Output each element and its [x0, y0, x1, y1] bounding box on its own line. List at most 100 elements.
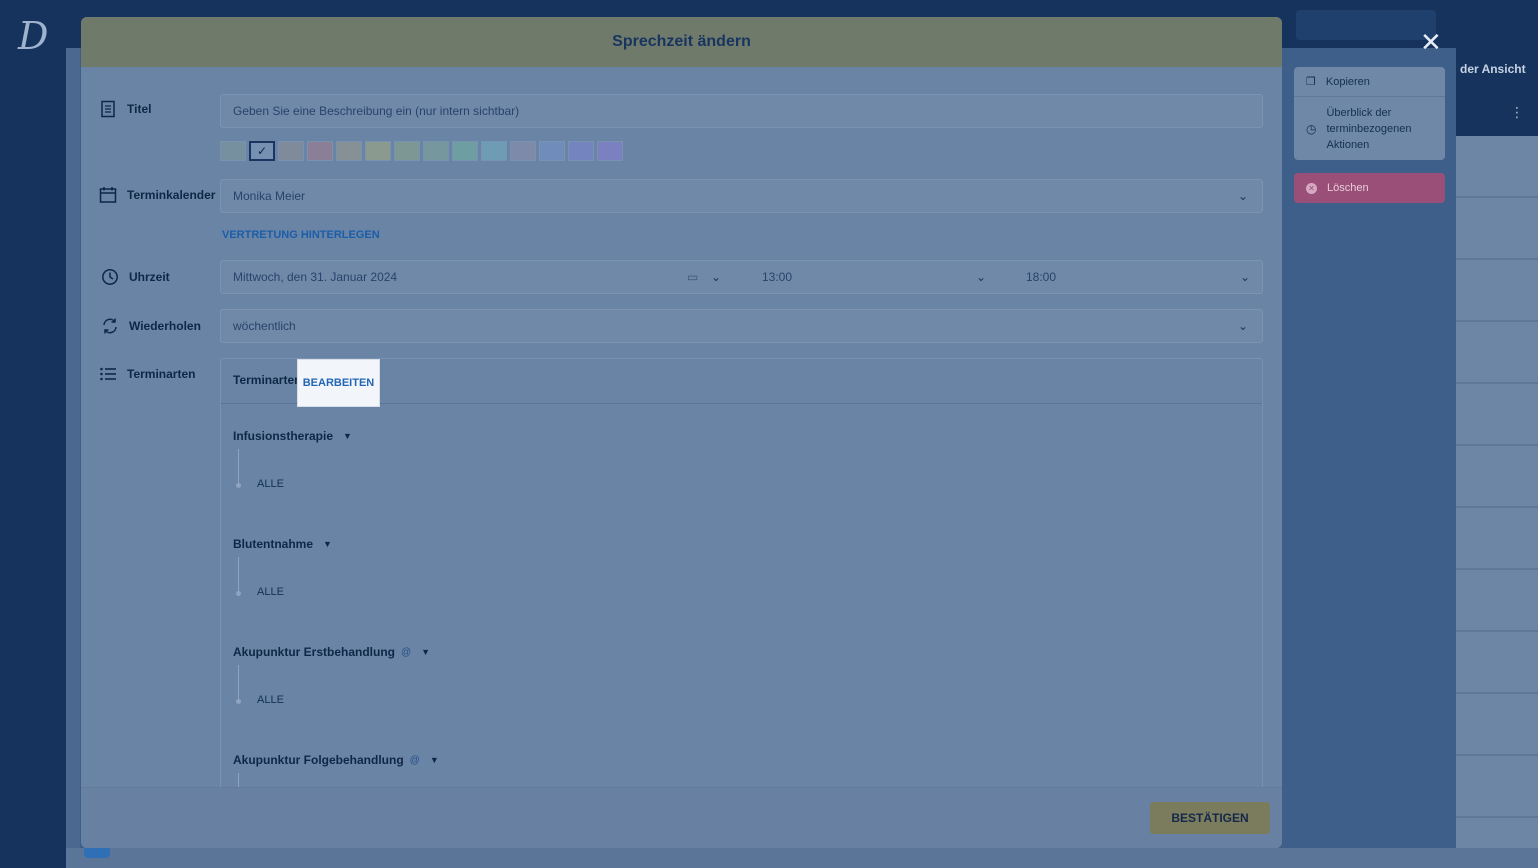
bottom-bar [66, 848, 1538, 868]
color-swatch[interactable] [452, 141, 478, 161]
substitute-link[interactable]: VERTRETUNG HINTERLEGEN [222, 229, 380, 241]
color-swatch[interactable] [481, 141, 507, 161]
edit-types-button[interactable]: BEARBEITEN [297, 359, 380, 407]
color-swatch[interactable]: ✓ [249, 141, 275, 161]
time-row-label: Uhrzeit [101, 268, 170, 286]
copy-icon: ❐ [1306, 76, 1316, 88]
color-swatch[interactable] [278, 141, 304, 161]
tree-dot [236, 699, 241, 704]
repeat-label: Wiederholen [129, 319, 201, 333]
copy-action[interactable]: ❐ Kopieren [1294, 67, 1445, 97]
delete-button[interactable]: ✕ Löschen [1294, 173, 1445, 203]
appointment-type-label: Blutentnahme [233, 537, 314, 551]
color-swatch[interactable] [307, 141, 333, 161]
caret-down-icon: ▼ [343, 431, 352, 441]
calendar-column [1456, 136, 1538, 856]
clock-icon: ◷ [1306, 122, 1317, 136]
types-label: Terminarten [127, 367, 196, 381]
repeat-select[interactable]: wöchentlich ⌄ [220, 309, 1263, 343]
title-input[interactable]: Geben Sie eine Beschreibung ein (nur int… [220, 94, 1263, 128]
confirm-button[interactable]: BESTÄTIGEN [1150, 802, 1270, 834]
appointment-types-title: Terminarten [233, 373, 302, 387]
delete-label: Löschen [1327, 182, 1369, 194]
calendar-row-label: Terminkalender [99, 186, 215, 204]
top-toolbar [1296, 10, 1436, 40]
color-swatch[interactable] [539, 141, 565, 161]
caret-down-icon: ▼ [421, 647, 431, 657]
tree-dot [236, 591, 241, 596]
end-time-value: 18:00 [1026, 270, 1057, 284]
tree-line [238, 557, 239, 591]
color-swatch[interactable] [423, 141, 449, 161]
modal-footer: BESTÄTIGEN [81, 787, 1282, 848]
overview-label: Überblick der terminbezogenen Aktionen [1326, 107, 1412, 151]
online-icon: @ [409, 754, 420, 766]
color-swatch[interactable] [510, 141, 536, 161]
time-label: Uhrzeit [129, 270, 170, 284]
tree-line [238, 665, 239, 699]
color-swatch[interactable] [220, 141, 246, 161]
color-swatch[interactable] [597, 141, 623, 161]
title-row-label: Titel [99, 100, 151, 118]
appointment-type-sub: ALLE [257, 478, 284, 490]
appointment-type-item: Blutentnahme ▼ ALLE [233, 537, 332, 598]
caret-down-icon: ▼ [429, 755, 439, 765]
document-icon [101, 100, 115, 118]
online-icon: @ [401, 646, 412, 658]
chevron-down-icon: ⌄ [975, 270, 986, 284]
side-actions-card: ❐ Kopieren ◷ Überblick der terminbezogen… [1294, 67, 1445, 160]
color-swatch[interactable] [336, 141, 362, 161]
modal-body: Titel Geben Sie eine Beschreibung ein (n… [81, 67, 1282, 788]
left-strip [66, 48, 80, 848]
appointment-type-name[interactable]: Akupunktur Folgebehandlung @ ▼ [233, 753, 439, 767]
repeat-value: wöchentlich [233, 319, 296, 333]
start-time-select[interactable]: 13:00 ⌄ [750, 261, 998, 293]
appointment-type-item: Akupunktur Erstbehandlung @ ▼ ALLE [233, 645, 430, 706]
types-row-label: Terminarten [99, 365, 195, 383]
app-logo: D [18, 14, 49, 58]
color-swatches: ✓ [220, 141, 623, 161]
repeat-icon [103, 318, 117, 334]
chevron-down-icon: ⌄ [1237, 189, 1248, 203]
overview-action[interactable]: ◷ Überblick der terminbezogenen Aktionen [1294, 97, 1445, 160]
modal-title: Sprechzeit ändern [612, 33, 751, 50]
chevron-down-icon: ⌄ [1237, 319, 1248, 333]
appointment-type-sub: ALLE [257, 694, 284, 706]
calendar-small-icon: ▭ [687, 270, 699, 284]
appointment-type-item: Akupunktur Folgebehandlung @ ▼ [233, 753, 439, 788]
date-input[interactable]: Mittwoch, den 31. Januar 2024 ▭ ⌄ [221, 261, 731, 293]
date-value: Mittwoch, den 31. Januar 2024 [233, 270, 398, 284]
color-swatch[interactable] [568, 141, 594, 161]
calendar-label: Terminkalender [127, 188, 216, 202]
kebab-menu-icon: ⋮ [1510, 104, 1524, 120]
view-label: der Ansicht [1460, 62, 1526, 76]
calendar-icon [99, 187, 117, 203]
appointment-type-name[interactable]: Akupunktur Erstbehandlung @ ▼ [233, 645, 430, 659]
copy-label: Kopieren [1325, 75, 1370, 88]
repeat-row-label: Wiederholen [101, 317, 201, 335]
caret-down-icon: ▼ [323, 539, 332, 549]
list-icon [100, 367, 116, 381]
appointment-type-name[interactable]: Infusionstherapie ▼ [233, 429, 352, 443]
color-swatch[interactable] [394, 141, 420, 161]
color-swatch[interactable] [365, 141, 391, 161]
title-label: Titel [127, 102, 152, 116]
calendar-select[interactable]: Monika Meier ⌄ [220, 179, 1263, 213]
close-icon[interactable]: ✕ [1420, 29, 1442, 55]
appointment-type-label: Akupunktur Erstbehandlung [233, 645, 395, 659]
appointment-type-name[interactable]: Blutentnahme ▼ [233, 537, 332, 551]
appointment-type-label: Akupunktur Folgebehandlung [233, 753, 404, 767]
calendar-select-value: Monika Meier [233, 189, 306, 203]
title-input-placeholder: Geben Sie eine Beschreibung ein (nur int… [233, 104, 520, 118]
modal-header: Sprechzeit ändern [81, 17, 1282, 67]
tree-line [238, 449, 239, 483]
end-time-select[interactable]: 18:00 ⌄ [1014, 261, 1262, 293]
check-icon: ✓ [256, 144, 268, 158]
edit-consultation-modal: Sprechzeit ändern Titel Geben Sie eine B… [81, 17, 1282, 848]
time-fields: Mittwoch, den 31. Januar 2024 ▭ ⌄ 13:00 … [220, 260, 1263, 294]
delete-icon: ✕ [1306, 182, 1317, 194]
clock-icon [102, 269, 118, 285]
chevron-down-icon: ⌄ [1239, 270, 1250, 284]
appointment-type-item: Infusionstherapie ▼ ALLE [233, 429, 352, 490]
appointment-type-label: Infusionstherapie [233, 429, 334, 443]
